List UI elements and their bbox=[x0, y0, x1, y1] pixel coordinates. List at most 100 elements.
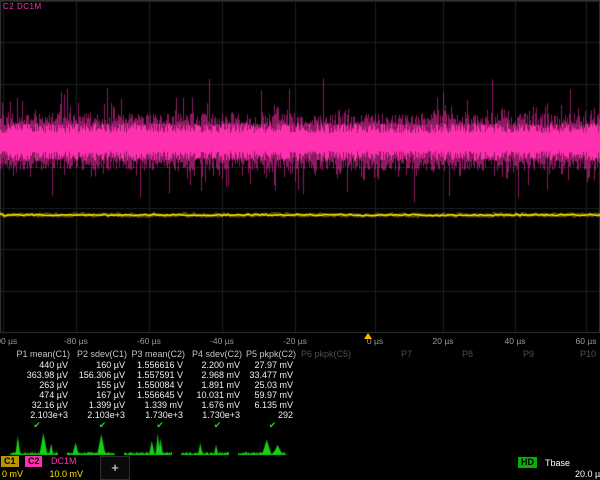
measure-header[interactable]: P6 pkpk(C5) bbox=[299, 348, 355, 360]
measure-value: 1.550084 V bbox=[131, 380, 189, 390]
measure-value bbox=[299, 370, 355, 380]
measure-value: 363.98 µV bbox=[0, 370, 74, 380]
histicon-canvas bbox=[238, 430, 286, 456]
measure-header[interactable]: P3 mean(C2) bbox=[131, 348, 189, 360]
measure-value bbox=[416, 380, 477, 390]
measure-value bbox=[355, 380, 416, 390]
measure-value bbox=[538, 390, 600, 400]
histicon-thumbnail[interactable] bbox=[238, 430, 286, 456]
measure-value: 156.306 µV bbox=[74, 370, 131, 380]
measure-header[interactable]: P10 bbox=[538, 348, 600, 360]
measure-header[interactable]: P4 sdev(C2) bbox=[189, 348, 246, 360]
measure-value: 2.968 mV bbox=[189, 370, 246, 380]
time-axis: -100 µs-80 µs-60 µs-40 µs-20 µs0 µs20 µs… bbox=[0, 334, 600, 349]
measure-value: 1.676 mV bbox=[189, 400, 246, 410]
crosshair-icon[interactable]: + bbox=[100, 456, 130, 480]
measure-value: 1.339 mV bbox=[131, 400, 189, 410]
measure-value bbox=[416, 410, 477, 420]
measure-value: 1.730e+3 bbox=[189, 410, 246, 420]
measure-value: 167 µV bbox=[74, 390, 131, 400]
measure-value bbox=[538, 410, 600, 420]
timebase-descriptor[interactable]: Tbase bbox=[545, 458, 570, 468]
measure-value bbox=[477, 400, 538, 410]
time-tick-label: -60 µs bbox=[137, 336, 161, 346]
channel2-coupling-label: DC1M bbox=[51, 456, 77, 467]
measure-value bbox=[538, 370, 600, 380]
measure-value: 263 µV bbox=[0, 380, 74, 390]
channel2-descriptor-chip[interactable]: C2 bbox=[25, 456, 43, 467]
measure-value: 2.103e+3 bbox=[74, 410, 131, 420]
histicon-thumbnail[interactable] bbox=[67, 430, 115, 456]
measure-value bbox=[538, 360, 600, 370]
histicon-canvas bbox=[124, 430, 172, 456]
histicon-thumbnail[interactable] bbox=[124, 430, 172, 456]
table-row: 2.103e+32.103e+31.730e+31.730e+3292 bbox=[0, 410, 600, 420]
measure-value: 155 µV bbox=[74, 380, 131, 390]
histicon-row bbox=[0, 430, 600, 457]
measure-value: 2.103e+3 bbox=[0, 410, 74, 420]
measure-value bbox=[538, 380, 600, 390]
measure-value: 160 µV bbox=[74, 360, 131, 370]
measure-value bbox=[477, 410, 538, 420]
histicon-thumbnail[interactable] bbox=[10, 430, 58, 456]
histicon-canvas bbox=[67, 430, 115, 456]
measure-value bbox=[477, 390, 538, 400]
time-tick-label: -40 µs bbox=[210, 336, 234, 346]
measure-value bbox=[299, 410, 355, 420]
table-row: P1 mean(C1)P2 sdev(C1)P3 mean(C2)P4 sdev… bbox=[0, 348, 600, 360]
measure-header[interactable]: P9 bbox=[477, 348, 538, 360]
measure-value: 440 µV bbox=[0, 360, 74, 370]
time-tick-label: 60 µs bbox=[576, 336, 597, 346]
measure-value bbox=[299, 390, 355, 400]
measure-value bbox=[299, 360, 355, 370]
measure-value bbox=[355, 390, 416, 400]
trace-label: C2 DC1M bbox=[3, 2, 42, 11]
measure-value: 32.16 µV bbox=[0, 400, 74, 410]
measure-header[interactable]: P8 bbox=[416, 348, 477, 360]
time-tick-label: 20 µs bbox=[433, 336, 454, 346]
measure-value: 1.399 µV bbox=[74, 400, 131, 410]
measure-value: 1.556645 V bbox=[131, 390, 189, 400]
measure-header[interactable]: P1 mean(C1) bbox=[0, 348, 74, 360]
measure-value bbox=[416, 370, 477, 380]
channel1-descriptor-chip[interactable]: C1 bbox=[1, 456, 19, 467]
histicon-thumbnail[interactable] bbox=[181, 430, 229, 456]
measure-value bbox=[477, 380, 538, 390]
measure-value bbox=[538, 400, 600, 410]
measure-value: 1.557591 V bbox=[131, 370, 189, 380]
measure-header[interactable]: P7 bbox=[355, 348, 416, 360]
measure-value: 25.03 mV bbox=[246, 380, 299, 390]
measure-value: 33.477 mV bbox=[246, 370, 299, 380]
time-tick-label: 40 µs bbox=[505, 336, 526, 346]
waveform-plot-area: C2 DC1M bbox=[0, 0, 600, 334]
timebase-scale-value: 20.0 µs bbox=[575, 469, 600, 479]
table-row: 363.98 µV156.306 µV1.557591 V2.968 mV33.… bbox=[0, 370, 600, 380]
measure-value: 1.730e+3 bbox=[131, 410, 189, 420]
measure-value: 27.97 mV bbox=[246, 360, 299, 370]
measure-value bbox=[355, 410, 416, 420]
measure-value bbox=[299, 380, 355, 390]
table-row: 440 µV160 µV1.556616 V2.200 mV27.97 mV bbox=[0, 360, 600, 370]
channel1-offset-value: 0 mV bbox=[2, 469, 23, 479]
measure-value bbox=[416, 360, 477, 370]
table-row: 32.16 µV1.399 µV1.339 mV1.676 mV6.135 mV bbox=[0, 400, 600, 410]
measure-value: 474 µV bbox=[0, 390, 74, 400]
measure-table: P1 mean(C1)P2 sdev(C1)P3 mean(C2)P4 sdev… bbox=[0, 348, 600, 431]
measure-value: 6.135 mV bbox=[246, 400, 299, 410]
measure-header[interactable]: P2 sdev(C1) bbox=[74, 348, 131, 360]
bottom-bar: C1 C2 DC1M 0 mV 10.0 mV + HD Tbase 20.0 … bbox=[0, 456, 600, 480]
measure-value bbox=[416, 390, 477, 400]
histicon-canvas bbox=[10, 430, 58, 456]
hd-mode-badge[interactable]: HD bbox=[518, 457, 537, 468]
measure-value: 292 bbox=[246, 410, 299, 420]
channel1-scale-offset: 0 mV 10.0 mV bbox=[2, 469, 83, 479]
measure-value bbox=[355, 360, 416, 370]
measure-value: 1.556616 V bbox=[131, 360, 189, 370]
measure-value: 1.891 mV bbox=[189, 380, 246, 390]
time-tick-label: -20 µs bbox=[283, 336, 307, 346]
measure-value: 2.200 mV bbox=[189, 360, 246, 370]
time-tick-label: -100 µs bbox=[0, 336, 17, 346]
trigger-position-icon[interactable] bbox=[364, 333, 372, 339]
oscilloscope-screen: C2 DC1M -100 µs-80 µs-60 µs-40 µs-20 µs0… bbox=[0, 0, 600, 480]
measure-header[interactable]: P5 pkpk(C2) bbox=[246, 348, 299, 360]
